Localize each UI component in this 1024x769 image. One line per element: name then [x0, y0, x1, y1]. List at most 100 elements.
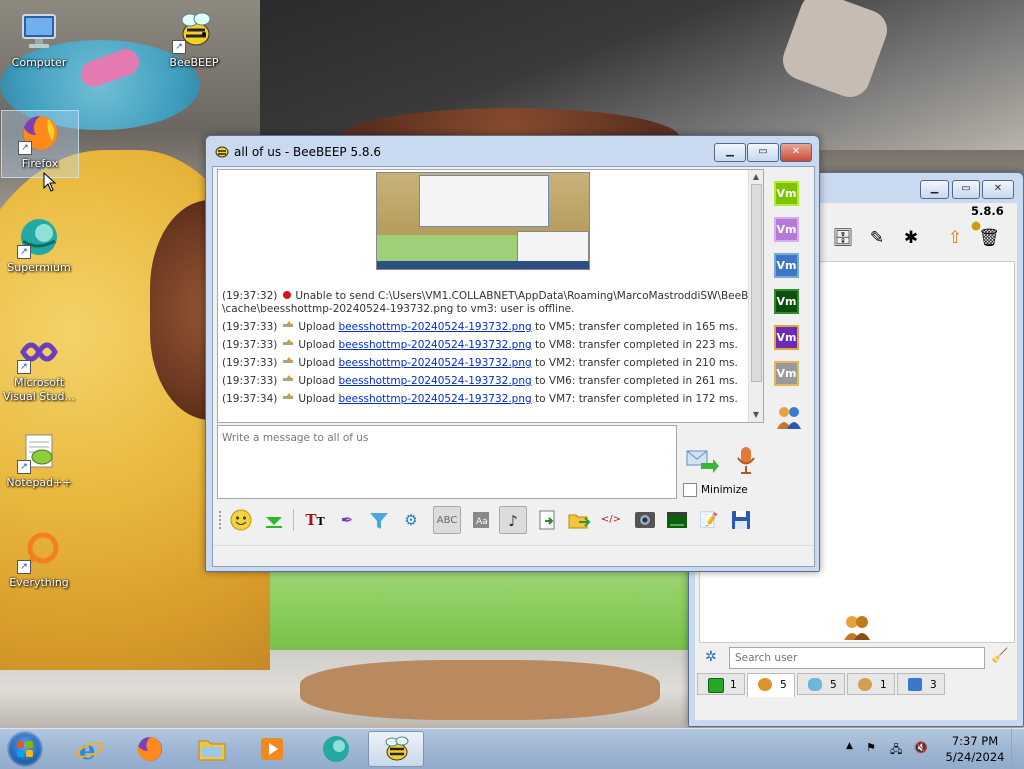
show-hidden-icons-button[interactable]: ▲	[846, 741, 853, 751]
save-chat-icon[interactable]	[727, 506, 755, 534]
desktop-icon-firefox[interactable]: ↗ Firefox	[1, 110, 79, 178]
desktop-icon-everything[interactable]: ↗ Everything	[1, 530, 77, 590]
color-picker-icon[interactable]: ✒	[333, 506, 361, 534]
desktop-icon-label: Firefox	[21, 157, 59, 170]
desktop-icon-notepadpp[interactable]: ↗ Notepad++	[1, 430, 77, 490]
send-message-icon[interactable]	[685, 447, 719, 475]
screenshot-thumbnail[interactable]	[376, 172, 590, 270]
taskbar-internet-explorer[interactable]: e	[62, 731, 118, 767]
send-folder-icon[interactable]	[565, 506, 593, 534]
green-arrow-icon[interactable]	[260, 506, 288, 534]
network-tray-icon[interactable]: 🖧	[890, 741, 902, 760]
trash-icon[interactable]: 🗑	[975, 225, 1003, 253]
flag-icon[interactable]: ⚑	[866, 741, 876, 754]
taskbar-firefox[interactable]	[122, 731, 178, 767]
html-code-icon[interactable]: </>	[597, 506, 625, 534]
taskbar-beebeep[interactable]	[368, 731, 424, 767]
tab-groups[interactable]: 1	[847, 673, 895, 695]
member-avatar[interactable]: Vm	[774, 289, 799, 314]
save-file-icon[interactable]	[533, 506, 561, 534]
group-users-icon	[842, 614, 872, 640]
member-avatar[interactable]: Vm	[774, 361, 799, 386]
bee-icon	[214, 143, 230, 159]
tab-chats[interactable]: 5	[797, 673, 845, 695]
maximize-button[interactable]: ▭	[747, 143, 779, 162]
minimize-button[interactable]: ▁	[920, 180, 949, 199]
settings-gear-icon[interactable]: ⚙	[397, 506, 425, 534]
upload-icon	[283, 339, 294, 348]
member-avatar[interactable]: Vm	[774, 181, 799, 206]
edit-status-icon[interactable]: ✎	[863, 225, 891, 253]
network-icon[interactable]: 🗄	[829, 225, 857, 253]
taskbar-supermium[interactable]	[308, 731, 364, 767]
terminal-icon[interactable]	[663, 506, 691, 534]
scroll-down-arrow-icon[interactable]: ▼	[749, 408, 763, 422]
file-link[interactable]: beesshottmp-20240524-193732.png	[339, 393, 532, 405]
log-line: (19:37:34) Upload beesshottmp-20240524-19…	[222, 393, 738, 405]
desktop-icon-supermium[interactable]: ↗ Supermium	[1, 215, 77, 275]
internet-explorer-icon: e	[75, 734, 105, 766]
system-clock[interactable]: 7:37 PM 5/24/2024	[942, 733, 1008, 765]
file-link[interactable]: beesshottmp-20240524-193732.png	[339, 357, 532, 369]
message-input[interactable]: Write a message to all of us	[217, 425, 677, 499]
clear-search-icon[interactable]: 🧹	[991, 648, 1008, 664]
spellcheck-icon[interactable]: ABC	[433, 506, 461, 534]
desktop-icon-visual-studio[interactable]: ↗ Microsoft Visual Stud...	[1, 330, 77, 404]
svg-text:Aa: Aa	[476, 517, 488, 527]
scroll-up-arrow-icon[interactable]: ▲	[749, 170, 763, 184]
shortcut-arrow-icon: ↗	[17, 460, 31, 474]
file-link[interactable]: beesshottmp-20240524-193732.png	[339, 375, 532, 387]
search-user-field[interactable]	[729, 647, 985, 669]
tab-shares[interactable]: 3	[897, 673, 945, 695]
member-avatar[interactable]: Vm	[774, 217, 799, 242]
title-bar[interactable]: all of us - BeeBEEP 5.8.6 ▁ ▭ ✕	[206, 136, 819, 166]
text-font-icon[interactable]: TT	[301, 506, 329, 534]
minimize-button[interactable]: ▁	[714, 143, 746, 162]
log-line: (19:37:33) Upload beesshottmp-20240524-19…	[222, 339, 738, 351]
folder-icon	[197, 734, 227, 764]
start-button[interactable]	[7, 731, 43, 767]
close-button[interactable]: ✕	[982, 180, 1014, 199]
microphone-icon[interactable]	[735, 445, 757, 475]
close-button[interactable]: ✕	[780, 143, 812, 162]
tab-users-all[interactable]: 5	[747, 673, 795, 697]
desktop-icon-beebeep[interactable]: ↗ BeeBEEP	[156, 10, 232, 70]
member-avatar[interactable]: Vm	[774, 325, 799, 350]
maximize-button[interactable]: ▭	[952, 180, 980, 199]
volume-muted-icon[interactable]: 🔇	[914, 741, 928, 754]
status-bar	[213, 545, 814, 566]
text-style-icon[interactable]: Aa	[467, 506, 495, 534]
share-icon	[908, 678, 922, 691]
taskbar-file-explorer[interactable]	[184, 731, 240, 767]
chat-window[interactable]: all of us - BeeBEEP 5.8.6 ▁ ▭ ✕ (19:37:3…	[205, 135, 820, 572]
desktop-icon-computer[interactable]: Computer	[1, 10, 77, 70]
edit-note-icon[interactable]: 📝	[695, 506, 723, 534]
desktop-icon-label: Supermium	[7, 261, 71, 274]
message-history[interactable]: (19:37:32) Unable to send C:\Users\VM1.CO…	[217, 169, 764, 423]
search-options-icon[interactable]: ✲	[705, 649, 717, 665]
compact-view-icon[interactable]: ♪	[499, 506, 527, 534]
smiley-icon[interactable]	[227, 506, 255, 534]
minimize-checkbox[interactable]	[683, 483, 697, 497]
member-avatar[interactable]: Vm	[774, 253, 799, 278]
everything-search-icon: ↗	[17, 530, 61, 574]
toolbar-grip[interactable]	[219, 511, 224, 529]
file-link[interactable]: beesshottmp-20240524-193732.png	[339, 339, 532, 351]
tools-icon[interactable]: ✱	[897, 225, 925, 253]
log-line: (19:37:33) Upload beesshottmp-20240524-19…	[222, 321, 738, 333]
computer-icon	[17, 10, 61, 54]
group-chat-icon[interactable]	[775, 405, 803, 431]
search-user-input[interactable]	[733, 648, 983, 668]
update-icon[interactable]: ⇧	[941, 225, 969, 253]
scroll-thumb[interactable]	[751, 184, 762, 382]
vertical-scrollbar[interactable]: ▲ ▼	[748, 170, 763, 422]
file-link[interactable]: beesshottmp-20240524-193732.png	[339, 321, 532, 333]
tab-users-online[interactable]: 1	[697, 673, 745, 695]
show-desktop-button[interactable]	[1011, 729, 1024, 769]
supermium-icon	[321, 734, 351, 764]
visual-studio-icon: ↗	[17, 330, 61, 374]
screenshot-icon[interactable]	[631, 506, 659, 534]
filter-icon[interactable]	[365, 506, 393, 534]
shortcut-arrow-icon: ↗	[172, 40, 186, 54]
taskbar-media-player[interactable]	[244, 731, 300, 767]
